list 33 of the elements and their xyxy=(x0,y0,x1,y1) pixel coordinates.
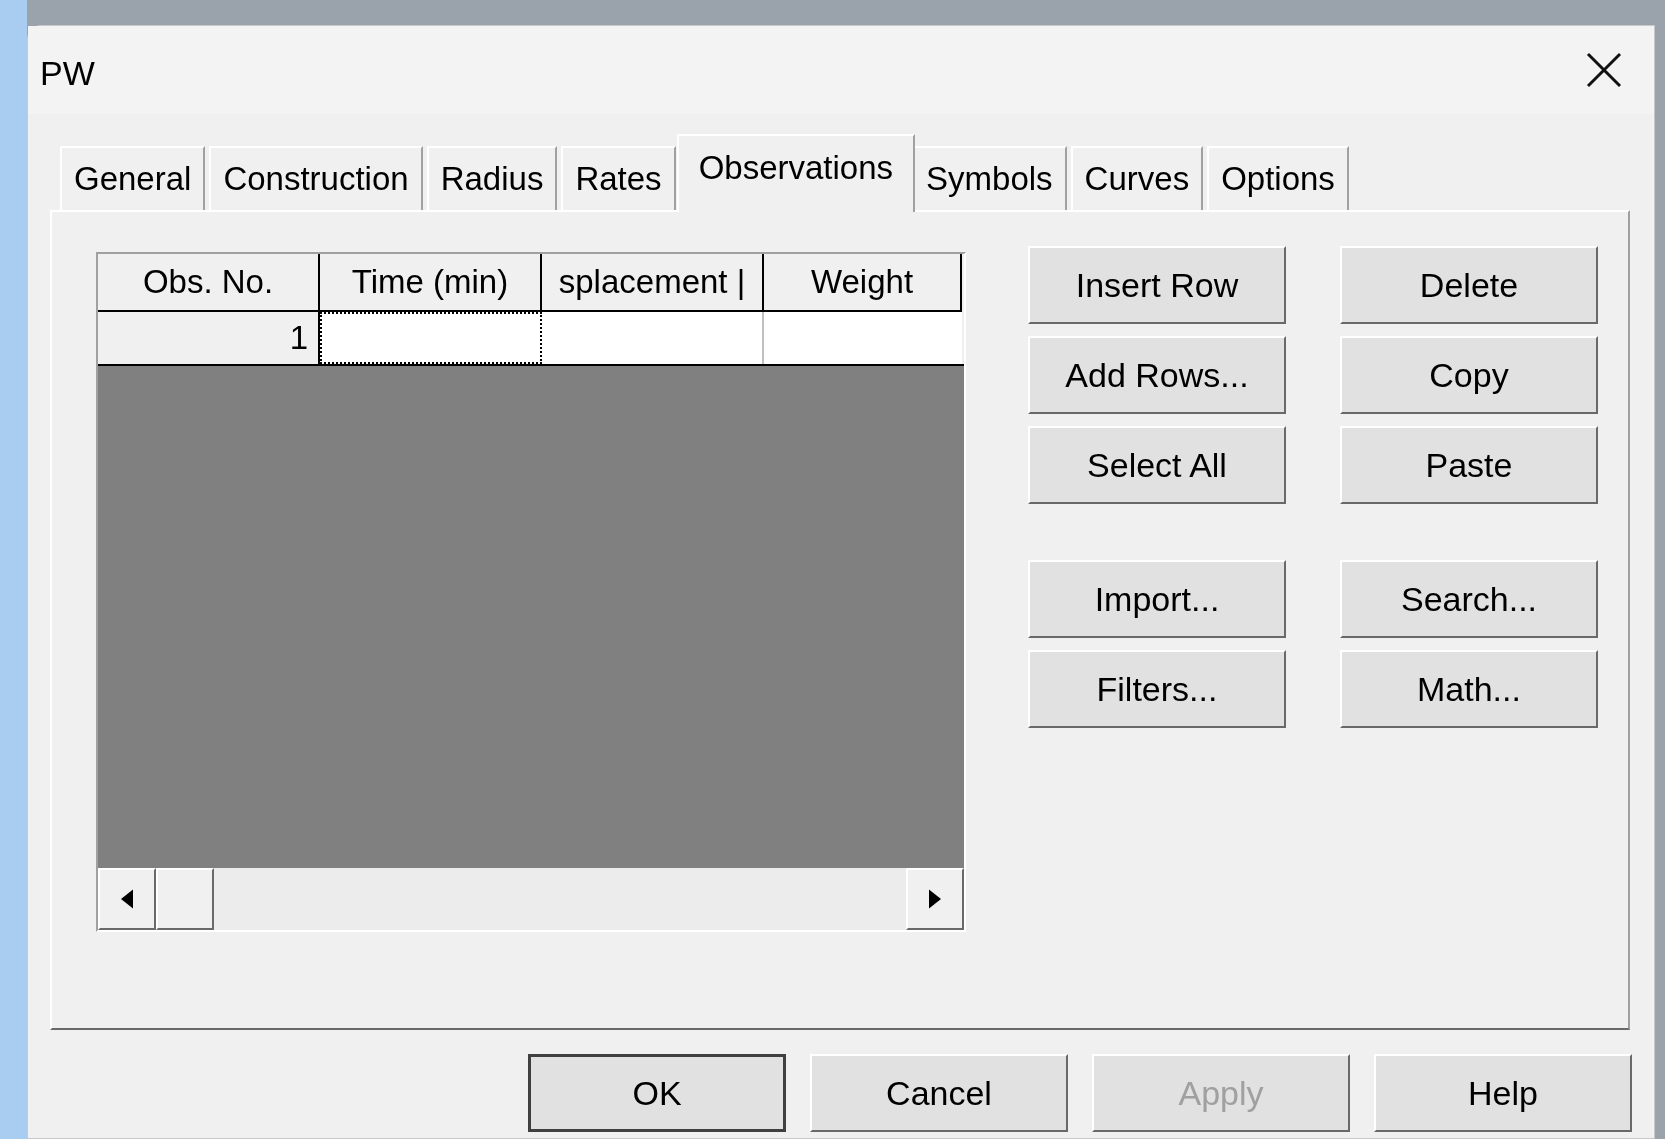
close-icon[interactable] xyxy=(1584,50,1624,90)
action-button[interactable]: Filters... xyxy=(1028,650,1286,728)
tab[interactable]: Rates xyxy=(561,146,676,210)
action-button[interactable]: Paste xyxy=(1340,426,1598,504)
column-header[interactable]: Time (min) xyxy=(320,254,542,312)
action-button[interactable]: Select All xyxy=(1028,426,1286,504)
horizontal-scrollbar[interactable] xyxy=(98,868,964,930)
action-button[interactable]: Copy xyxy=(1340,336,1598,414)
tab[interactable]: Observations xyxy=(676,134,916,212)
column-header[interactable]: splacement | xyxy=(542,254,764,312)
window-title: PW xyxy=(40,56,95,90)
table-cell[interactable] xyxy=(764,312,962,364)
action-button[interactable]: Insert Row xyxy=(1028,246,1286,324)
tab[interactable]: Symbols xyxy=(912,146,1067,210)
action-button[interactable]: Math... xyxy=(1340,650,1598,728)
dialog-button[interactable]: Cancel xyxy=(810,1054,1068,1132)
tab[interactable]: Options xyxy=(1207,146,1349,210)
tab[interactable]: Curves xyxy=(1070,146,1204,210)
dialog-button[interactable]: Help xyxy=(1374,1054,1632,1132)
tab[interactable]: General xyxy=(60,146,206,210)
tab[interactable]: Construction xyxy=(209,146,423,210)
scroll-thumb[interactable] xyxy=(156,868,214,930)
action-button[interactable]: Import... xyxy=(1028,560,1286,638)
action-button[interactable]: Search... xyxy=(1340,560,1598,638)
dialog-button[interactable]: OK xyxy=(528,1054,786,1132)
scroll-right-icon[interactable] xyxy=(906,868,964,930)
action-button[interactable]: Add Rows... xyxy=(1028,336,1286,414)
table-cell[interactable] xyxy=(320,312,542,364)
column-header[interactable]: Weight xyxy=(764,254,962,312)
column-header[interactable]: Obs. No. xyxy=(98,254,320,312)
scroll-left-icon[interactable] xyxy=(98,868,156,930)
action-button[interactable]: Delete xyxy=(1340,246,1598,324)
tab[interactable]: Radius xyxy=(426,146,558,210)
